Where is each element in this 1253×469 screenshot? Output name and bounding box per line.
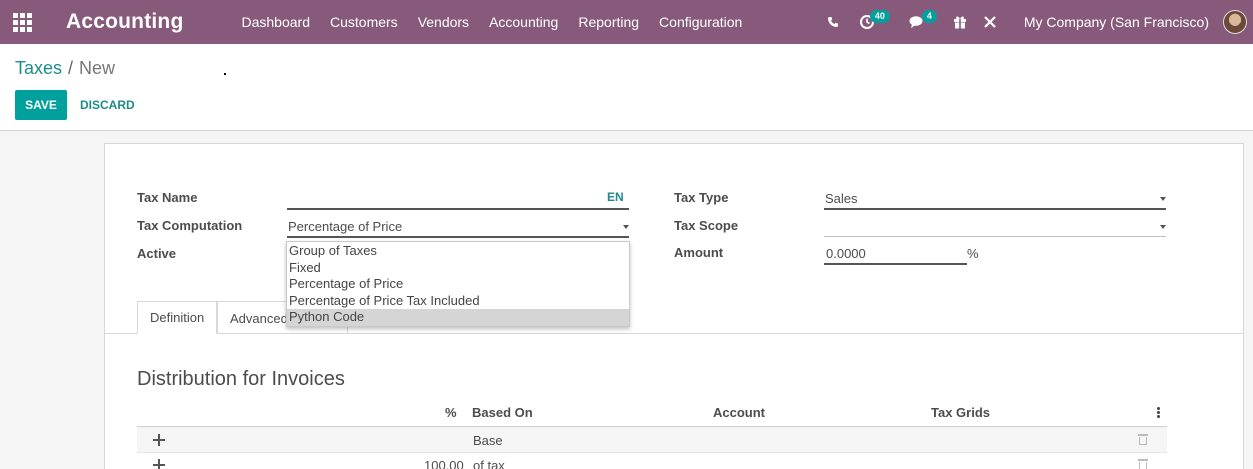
tax-computation-label: Tax Computation [137,218,243,233]
row-based-on: of tax [473,458,505,469]
control-panel: Taxes / New SAVE DISCARD [0,44,1253,131]
chevron-down-icon [623,225,629,229]
distribution-title: Distribution for Invoices [137,368,345,390]
amount-underline [824,263,967,265]
messages-menu[interactable]: 4 [900,0,946,44]
breadcrumb-separator: / [68,58,74,78]
tax-computation-underline [287,236,629,238]
column-account[interactable]: Account [713,405,765,420]
tax-name-underline [287,208,629,210]
breadcrumb-taxes-link[interactable]: Taxes [15,58,62,78]
systray: 40 4 My Company (San Francisco) [818,0,1253,44]
menu-reporting[interactable]: Reporting [568,0,649,44]
option-python-code[interactable]: Python Code [287,309,629,326]
tax-type-underline [824,208,1166,210]
tools-icon[interactable] [974,0,1006,44]
discard-button[interactable]: DISCARD [80,90,135,120]
breadcrumb-current: New [79,58,116,78]
tax-scope-underline [824,236,1166,237]
column-percent[interactable]: % [445,405,457,420]
cursor-dot [224,73,226,75]
tax-computation-select[interactable]: Percentage of Price [288,219,402,234]
menu-configuration[interactable]: Configuration [649,0,752,44]
main-menu: Dashboard Customers Vendors Accounting R… [232,0,753,44]
breadcrumb: Taxes / New [15,58,115,79]
tax-computation-dropdown: Group of Taxes Fixed Percentage of Price… [286,241,630,327]
table-row[interactable]: Base [137,427,1167,453]
trash-icon[interactable] [1138,434,1148,445]
tax-name-label: Tax Name [137,190,198,205]
save-button[interactable]: SAVE [15,90,67,120]
column-tax-grids[interactable]: Tax Grids [931,405,990,420]
menu-accounting[interactable]: Accounting [479,0,568,44]
option-group-of-taxes[interactable]: Group of Taxes [287,243,629,260]
chevron-down-icon [1160,197,1166,201]
option-percentage-of-price[interactable]: Percentage of Price [287,276,629,293]
user-avatar[interactable] [1223,10,1247,34]
activity-menu[interactable]: 40 [848,0,900,44]
messages-badge: 4 [921,10,937,23]
apps-grid-icon[interactable] [0,0,44,44]
tax-type-select[interactable]: Sales [825,191,858,206]
gift-icon[interactable] [946,0,974,44]
tab-definition[interactable]: Definition [137,301,217,334]
menu-dashboard[interactable]: Dashboard [232,0,321,44]
tax-type-label: Tax Type [674,190,729,205]
active-label: Active [137,246,177,261]
table-row[interactable]: 100.00 of tax [137,453,1167,469]
amount-unit: % [967,246,979,261]
chevron-down-icon [1160,225,1166,229]
phone-icon[interactable] [818,0,848,44]
app-title[interactable]: Accounting [66,10,184,34]
move-icon[interactable] [153,459,165,469]
tax-scope-label: Tax Scope [674,218,739,233]
row-percent: 100.00 [424,458,464,469]
option-percentage-tax-included[interactable]: Percentage of Price Tax Included [287,293,629,310]
move-icon[interactable] [153,434,165,446]
column-based-on[interactable]: Based On [472,405,533,420]
menu-vendors[interactable]: Vendors [408,0,479,44]
amount-input[interactable]: 0.0000 [826,246,866,261]
kebab-icon[interactable] [1157,407,1160,419]
language-button[interactable]: EN [607,190,624,204]
company-switcher[interactable]: My Company (San Francisco) [1024,14,1209,30]
trash-icon[interactable] [1138,459,1148,469]
top-navbar: Accounting Dashboard Customers Vendors A… [0,0,1253,44]
row-based-on: Base [473,433,503,448]
amount-label: Amount [674,245,724,260]
activity-badge: 40 [869,10,890,23]
option-fixed[interactable]: Fixed [287,260,629,277]
menu-customers[interactable]: Customers [320,0,408,44]
